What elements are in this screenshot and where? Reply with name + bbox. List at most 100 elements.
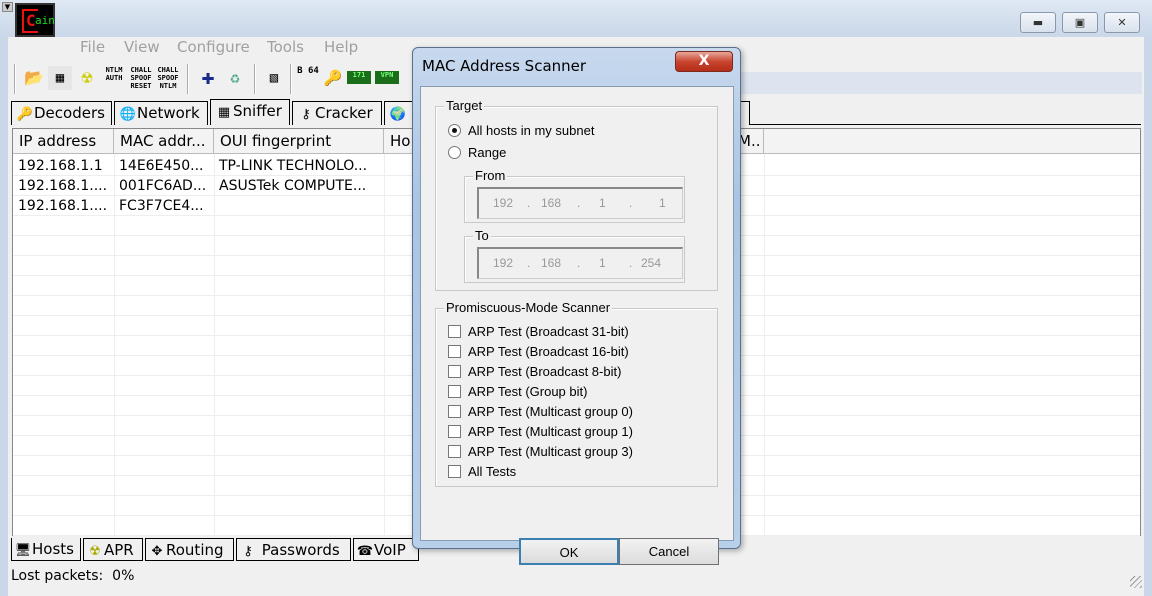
test-label: ARP Test (Group bit) — [468, 384, 588, 399]
start-sniffer-icon[interactable]: ▦ — [48, 66, 72, 90]
tab-voip[interactable]: ☎VoIP — [353, 538, 419, 561]
vpn-icon[interactable]: VPN — [375, 71, 399, 84]
test-label: ARP Test (Multicast group 3) — [468, 444, 633, 459]
checkbox[interactable] — [448, 385, 461, 398]
toolbar: 📂 ▦ ☢ NTLM AUTH CHALL SPOOF RESET CHALL … — [12, 62, 412, 96]
checkbox[interactable] — [448, 325, 461, 338]
checkbox[interactable] — [448, 405, 461, 418]
voip-phone-icon: ☎ — [356, 544, 374, 559]
mac-cell: 14E6E450... — [119, 158, 204, 174]
menu-file[interactable]: File — [80, 38, 105, 58]
apr-radiation-icon[interactable]: ☢ — [75, 66, 99, 90]
test-checkbox-option[interactable]: ARP Test (Multicast group 1) — [448, 424, 633, 440]
tab-partial[interactable] — [740, 101, 750, 125]
from-ip-field[interactable]: 192. 168. 1. 1 — [477, 187, 683, 219]
chall-spoof-ntlm-icon[interactable]: CHALL SPOOF NTLM — [155, 66, 181, 90]
menu-configure[interactable]: Configure — [177, 38, 250, 58]
cancel-button[interactable]: Cancel — [619, 538, 719, 565]
close-window-button[interactable]: ✕ — [1104, 12, 1140, 33]
ntlm-auth-icon[interactable]: NTLM AUTH — [102, 66, 126, 90]
system-menu-icon[interactable]: ▼ — [2, 2, 13, 12]
oui-cell: ASUSTek COMPUTE... — [219, 178, 367, 194]
mac-cell: 001FC6AD... — [119, 178, 207, 194]
from-label: From — [473, 168, 508, 183]
ip-cell: 192.168.1.... — [18, 198, 108, 214]
test-checkbox-option[interactable]: ARP Test (Multicast group 3) — [448, 444, 633, 460]
network-globe-icon: 🌐 — [119, 107, 137, 122]
radio-selected-icon[interactable] — [448, 124, 461, 137]
target-label: Target — [444, 98, 485, 113]
radio-range[interactable]: Range — [448, 145, 506, 161]
chall-spoof-reset-icon[interactable]: CHALL SPOOF RESET — [128, 66, 154, 90]
open-folder-icon[interactable]: 📂 — [22, 66, 46, 90]
dialog-title: MAC Address Scanner — [422, 57, 587, 75]
certificate-icon[interactable]: ▧ — [262, 66, 286, 90]
tab-hosts[interactable]: 🖥Hosts — [11, 538, 81, 561]
checkbox[interactable] — [448, 345, 461, 358]
toolbar-strip — [740, 72, 1142, 94]
column-oui-fingerprint[interactable]: OUI fingerprint — [214, 129, 384, 154]
tab-decoders[interactable]: 🔑Decoders — [11, 101, 112, 125]
resize-grip[interactable] — [1130, 576, 1142, 588]
decoders-icon: 🔑 — [16, 107, 34, 122]
minimize-button[interactable]: ▬ — [1020, 12, 1056, 33]
move-arrows-icon: ✥ — [151, 544, 163, 559]
keys-icon: ⚷ — [243, 544, 253, 559]
column-mac-address[interactable]: MAC addr... — [114, 129, 214, 154]
checkbox[interactable] — [448, 425, 461, 438]
test-checkbox-option[interactable]: ARP Test (Multicast group 0) — [448, 404, 633, 420]
tab-traceroute[interactable]: 🌍 — [384, 101, 414, 125]
ok-button[interactable]: OK — [519, 538, 619, 565]
menu-tools[interactable]: Tools — [267, 38, 304, 58]
test-label: ARP Test (Broadcast 8-bit) — [468, 364, 622, 379]
tab-apr[interactable]: ☢ APR — [83, 538, 143, 561]
maximize-button[interactable]: ▣ — [1062, 12, 1098, 33]
tab-sniffer[interactable]: ▦ Sniffer — [210, 99, 290, 125]
key-icon[interactable]: 🔑 — [321, 66, 345, 90]
tab-routing[interactable]: ✥ Routing — [145, 538, 234, 561]
test-checkbox-option[interactable]: All Tests — [448, 464, 516, 480]
from-group: From 192. 168. 1. 1 — [464, 168, 685, 223]
checkbox[interactable] — [448, 445, 461, 458]
to-label: To — [473, 228, 491, 243]
ip-cell: 192.168.1.1 — [18, 158, 103, 174]
sniffer-icon: ▦ — [217, 105, 231, 120]
mac-cell: FC3F7CE4... — [119, 198, 204, 214]
radiation-icon: ☢ — [89, 544, 101, 559]
add-icon[interactable]: ✚ — [196, 66, 220, 90]
test-checkbox-option[interactable]: ARP Test (Group bit) — [448, 384, 587, 400]
checkbox[interactable] — [448, 465, 461, 478]
checkbox[interactable] — [448, 365, 461, 378]
to-group: To 192. 168. 1. 254 — [464, 228, 685, 283]
ip-cell: 192.168.1.... — [18, 178, 108, 194]
tab-network[interactable]: 🌐Network — [114, 101, 208, 125]
menu-view[interactable]: View — [124, 38, 160, 58]
tab-passwords[interactable]: ⚷ Passwords — [236, 538, 351, 561]
menu-help[interactable]: Help — [324, 38, 358, 58]
lost-packets-value: 0% — [112, 568, 135, 584]
recycle-bin-icon[interactable]: ♻ — [223, 66, 247, 90]
test-checkbox-option[interactable]: ARP Test (Broadcast 31-bit) — [448, 324, 629, 340]
target-group: Target All hosts in my subnet Range From… — [435, 98, 718, 291]
test-label: All Tests — [468, 464, 517, 479]
test-checkbox-option[interactable]: ARP Test (Broadcast 16-bit) — [448, 344, 629, 360]
dialog-close-button[interactable]: X — [675, 51, 733, 72]
promiscuous-label: Promiscuous-Mode Scanner — [444, 300, 613, 315]
test-checkbox-option[interactable]: ARP Test (Broadcast 8-bit) — [448, 364, 621, 380]
cracker-key-icon: ⚷ — [301, 107, 311, 122]
cain-logo: Cain — [15, 3, 55, 37]
tab-cracker[interactable]: ⚷ Cracker — [292, 101, 382, 125]
promiscuous-group: Promiscuous-Mode Scanner ARP Test (Broad… — [435, 300, 718, 487]
status-bar: Lost packets: 0% — [11, 568, 134, 584]
to-ip-field[interactable]: 192. 168. 1. 254 — [477, 247, 683, 279]
tab-baseline — [750, 124, 1141, 125]
test-label: ARP Test (Multicast group 1) — [468, 424, 633, 439]
radio-all-hosts[interactable]: All hosts in my subnet — [448, 123, 594, 139]
base64-icon[interactable]: B 64 — [296, 66, 320, 90]
lsa-icon[interactable]: 171 — [347, 71, 371, 84]
title-bar — [0, 0, 1152, 38]
test-label: ARP Test (Broadcast 31-bit) — [468, 324, 629, 339]
computer-icon: 🖥 — [14, 543, 32, 558]
radio-unselected-icon[interactable] — [448, 146, 461, 159]
column-ip-address[interactable]: IP address — [13, 129, 114, 154]
